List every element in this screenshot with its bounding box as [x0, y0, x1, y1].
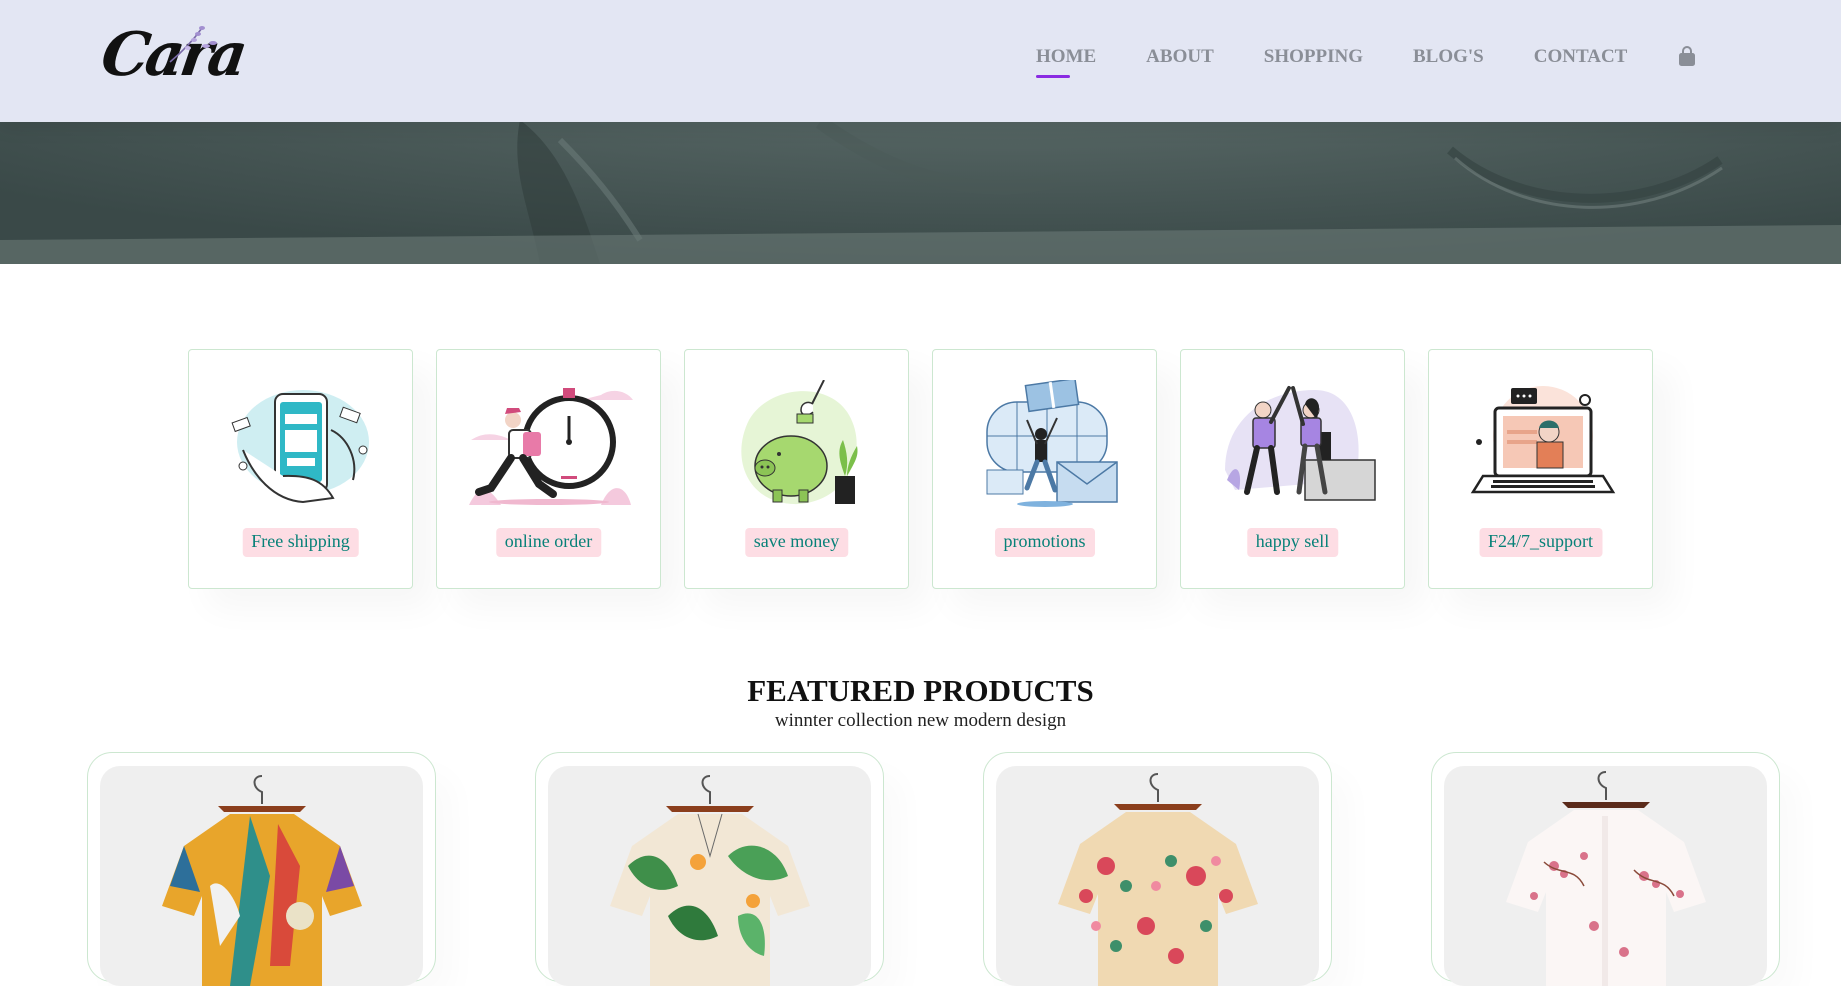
- high-five-illustration-icon: [1225, 386, 1376, 501]
- feature-label: Free shipping: [242, 528, 359, 557]
- nav-home[interactable]: HOME: [1036, 46, 1096, 78]
- laptop-support-illustration-icon: [1470, 386, 1616, 494]
- product-image: [1444, 766, 1767, 986]
- lavender-sprig-icon: [169, 26, 217, 63]
- product-card[interactable]: [983, 752, 1332, 986]
- green-leaf-shirt-image: [610, 775, 810, 986]
- product-card[interactable]: [535, 752, 884, 986]
- feature-card[interactable]: Free shipping: [188, 349, 413, 589]
- product-card[interactable]: [87, 752, 436, 986]
- gift-envelope-illustration-icon: [986, 380, 1118, 507]
- nav-shopping[interactable]: SHOPPING: [1264, 46, 1363, 78]
- shopping-bag-icon[interactable]: [1677, 46, 1697, 68]
- featured-products-title: FEATURED PRODUCTS: [747, 673, 1094, 708]
- main-nav: HOME ABOUT SHOPPING BLOG'S CONTACT: [1036, 46, 1697, 78]
- site-header: Cara HOME ABOUT SHOPPING BLOG'S CONTACT: [0, 0, 1841, 122]
- payment-phone-illustration-icon: [231, 390, 369, 504]
- feature-card[interactable]: happy sell: [1180, 349, 1405, 589]
- feature-label: save money: [744, 528, 849, 557]
- features-section: Free shipping online order save money pr…: [188, 349, 1676, 589]
- feature-card[interactable]: save money: [684, 349, 909, 589]
- feature-label: F24/7_support: [1478, 528, 1603, 557]
- feature-card[interactable]: promotions: [932, 349, 1157, 589]
- nav-blogs[interactable]: BLOG'S: [1413, 46, 1484, 78]
- pink-blossom-white-shirt-image: [1506, 771, 1706, 986]
- nav-contact[interactable]: CONTACT: [1534, 46, 1628, 78]
- feature-label: happy sell: [1246, 528, 1339, 557]
- piggy-bank-illustration-icon: [741, 380, 858, 505]
- feature-label: promotions: [994, 528, 1095, 557]
- colorful-abstract-shirt-image: [162, 775, 362, 986]
- feature-label: online order: [495, 528, 602, 557]
- site-logo[interactable]: Cara: [97, 18, 248, 98]
- product-image: [996, 766, 1319, 986]
- product-card[interactable]: [1431, 752, 1780, 986]
- product-image: [548, 766, 871, 986]
- featured-products-subtitle: winnter collection new modern design: [774, 710, 1067, 731]
- feature-card[interactable]: online order: [436, 349, 661, 589]
- feature-card[interactable]: F24/7_support: [1428, 349, 1653, 589]
- floral-cream-shirt-image: [1058, 773, 1258, 986]
- nav-about[interactable]: ABOUT: [1146, 46, 1214, 78]
- product-image: [100, 766, 423, 986]
- stopwatch-runner-illustration-icon: [469, 388, 633, 505]
- product-list: [87, 752, 1841, 986]
